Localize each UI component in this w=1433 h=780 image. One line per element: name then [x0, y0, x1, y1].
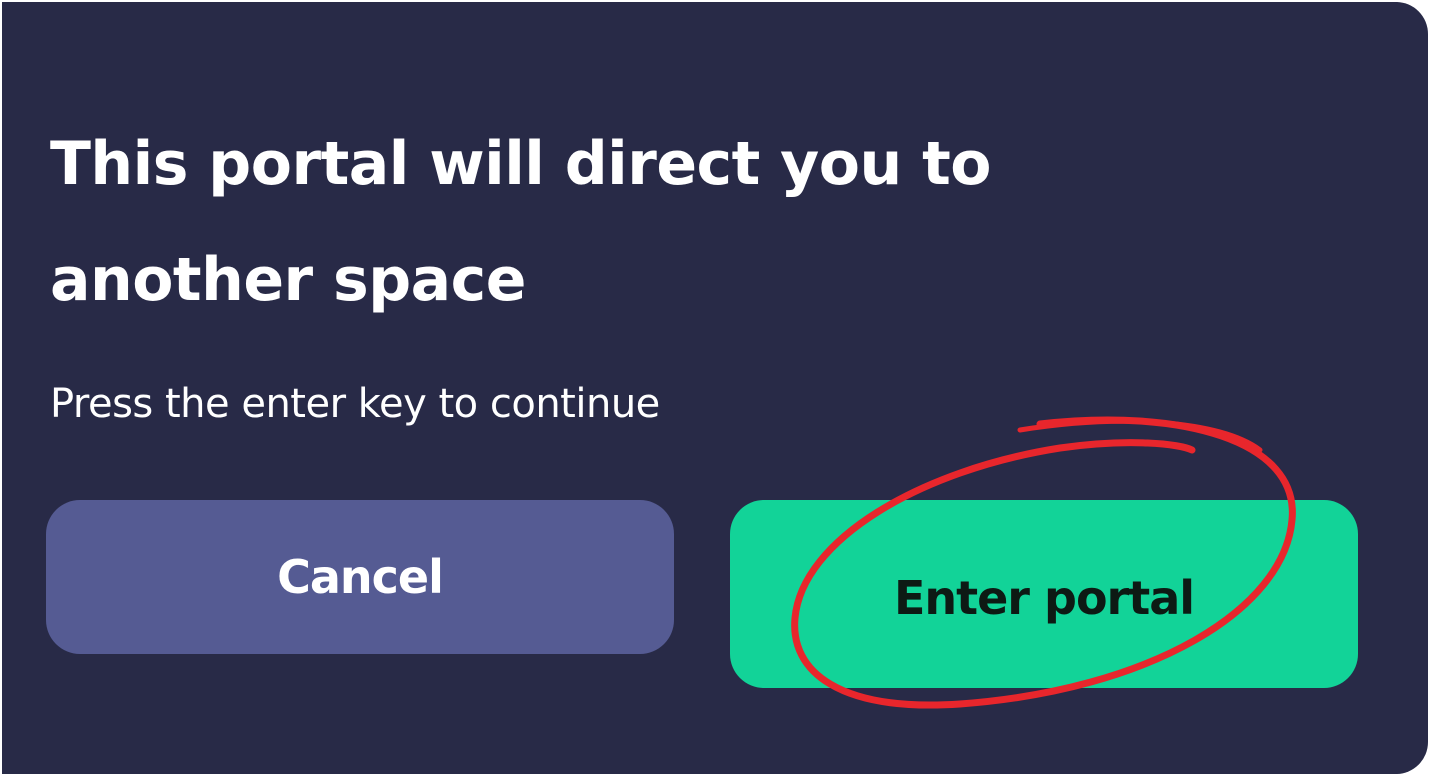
cancel-button[interactable]: Cancel	[46, 500, 674, 654]
cancel-button-label: Cancel	[277, 550, 444, 604]
enter-portal-button-label: Enter portal	[893, 571, 1195, 625]
enter-portal-button[interactable]: Enter portal	[730, 500, 1358, 688]
dialog-title: This portal will direct you to another s…	[50, 129, 992, 315]
portal-dialog: This portal will direct you to another s…	[2, 2, 1428, 774]
dialog-subtitle: Press the enter key to continue	[50, 381, 660, 427]
